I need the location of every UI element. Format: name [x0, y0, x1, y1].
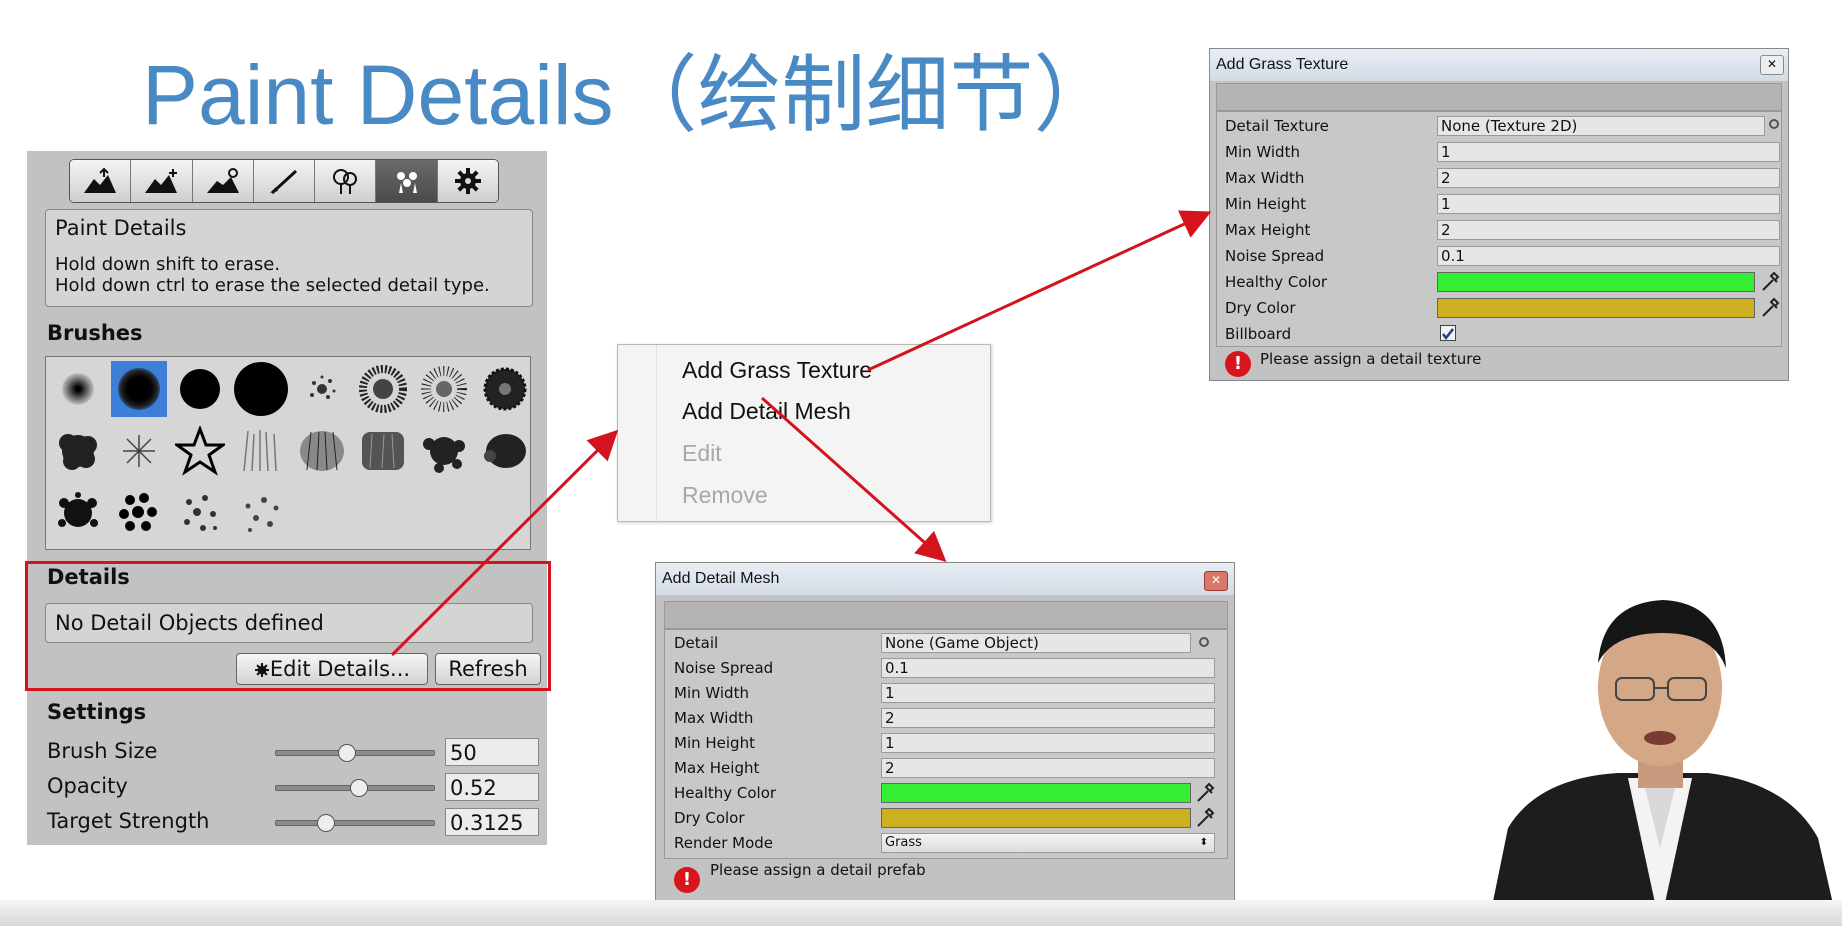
arrow-menu-to-mesh-dialog	[761, 396, 947, 562]
arrow-edit-details-to-menu	[390, 429, 619, 657]
presenter-video-overlay	[1488, 600, 1838, 926]
video-bottom-bar	[0, 900, 1842, 926]
arrow-menu-to-grass-dialog	[867, 210, 1212, 372]
